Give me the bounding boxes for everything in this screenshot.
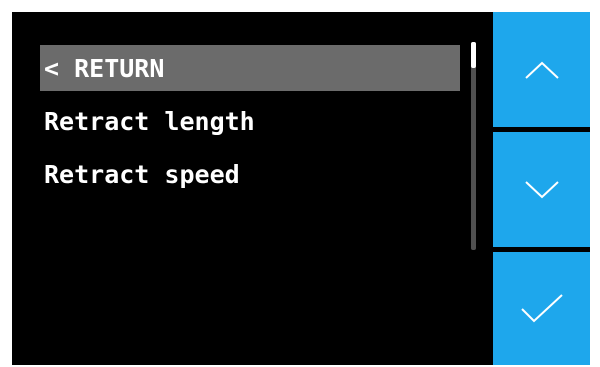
menu-item-label: Retract speed: [44, 159, 240, 189]
chevron-up-icon: [524, 59, 560, 81]
confirm-button[interactable]: [493, 252, 590, 365]
scroll-down-button[interactable]: [493, 132, 590, 247]
menu-item-return[interactable]: < RETURN: [40, 45, 460, 91]
lcd-screen: < RETURN Retract length Retract speed: [12, 12, 590, 365]
chevron-down-icon: [524, 179, 560, 201]
menu-item-retract-length[interactable]: Retract length: [40, 98, 460, 144]
scrollbar[interactable]: [471, 42, 476, 250]
scroll-up-button[interactable]: [493, 12, 590, 127]
menu-list: < RETURN Retract length Retract speed: [12, 12, 492, 365]
menu-item-retract-speed[interactable]: Retract speed: [40, 151, 460, 197]
menu-item-label: < RETURN: [44, 53, 165, 83]
scrollbar-thumb[interactable]: [471, 42, 476, 68]
checkmark-icon: [520, 293, 564, 325]
menu-item-label: Retract length: [44, 106, 255, 136]
navigation-panel: [493, 12, 590, 365]
